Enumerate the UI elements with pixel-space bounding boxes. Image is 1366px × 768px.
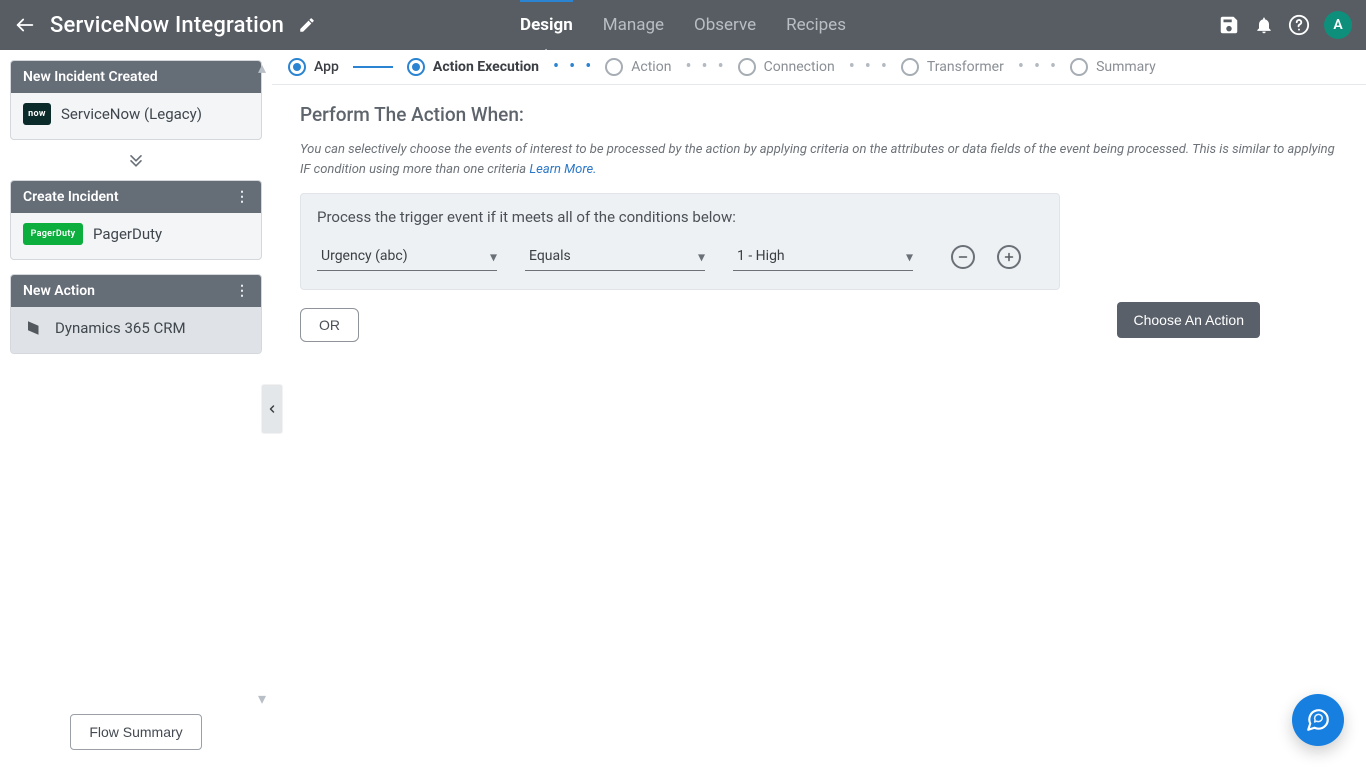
add-condition-button[interactable] (997, 245, 1021, 269)
learn-more-link[interactable]: Learn More. (529, 162, 596, 177)
condition-operator-value: Equals (529, 248, 571, 264)
step-label: App (314, 59, 339, 75)
scroll-up-icon[interactable]: ▴ (258, 58, 266, 77)
content: Perform The Action When: You can selecti… (272, 85, 1366, 768)
condition-field-select[interactable]: Urgency (abc) ▾ (317, 242, 497, 271)
top-tabs: Design Manage Observe Recipes (520, 0, 846, 50)
step-action-execution[interactable]: Action Execution (407, 58, 539, 76)
flow-card-body: now ServiceNow (Legacy) (11, 93, 261, 139)
caret-down-icon: ▾ (906, 250, 913, 266)
pencil-icon[interactable] (298, 16, 316, 34)
flow-card-header: New Incident Created (11, 61, 261, 93)
step-ring-icon (605, 58, 623, 76)
step-label: Connection (764, 59, 835, 75)
flow-card-header: Create Incident ⋮ (11, 181, 261, 213)
step-connector (353, 66, 393, 68)
tab-recipes[interactable]: Recipes (786, 0, 846, 50)
condition-field-value: Urgency (abc) (321, 248, 408, 264)
remove-condition-button[interactable] (951, 245, 975, 269)
topbar: ServiceNow Integration Design Manage Obs… (0, 0, 1366, 50)
back-arrow-icon[interactable] (14, 14, 36, 36)
or-button[interactable]: OR (300, 308, 359, 342)
avatar[interactable]: A (1324, 11, 1352, 39)
flow-summary-wrap: Flow Summary (10, 696, 262, 768)
step-transformer[interactable]: Transformer (901, 58, 1004, 76)
content-help-text: You can selectively choose the events of… (300, 142, 1335, 177)
flow-card-title: New Action (23, 283, 95, 299)
layout: ▴ ▾ New Incident Created now ServiceNow … (0, 50, 1366, 768)
topbar-right: A (1218, 11, 1352, 39)
condition-value-value: 1 - High (737, 248, 785, 264)
step-ring-icon (1070, 58, 1088, 76)
step-label: Action (631, 59, 671, 75)
chat-fab[interactable] (1292, 694, 1344, 746)
kebab-menu-icon[interactable]: ⋮ (235, 189, 249, 205)
help-icon[interactable] (1288, 14, 1310, 36)
wizard-steps: App Action Execution ••• Action ••• Conn… (272, 50, 1366, 85)
servicenow-icon: now (23, 103, 51, 125)
sidebar: ▴ ▾ New Incident Created now ServiceNow … (0, 50, 272, 768)
flow-card-body: Dynamics 365 CRM (11, 307, 261, 353)
condition-value-select[interactable]: 1 - High ▾ (733, 242, 913, 271)
content-help: You can selectively choose the events of… (300, 140, 1338, 179)
scroll-down-icon[interactable]: ▾ (258, 689, 266, 708)
flow-card-body: PagerDuty PagerDuty (11, 213, 261, 259)
condition-row: Urgency (abc) ▾ Equals ▾ 1 - High ▾ (317, 242, 1043, 271)
step-label: Transformer (927, 59, 1004, 75)
sidebar-scroll-hints: ▴ ▾ (258, 58, 266, 708)
flow-card[interactable]: New Incident Created now ServiceNow (Leg… (10, 60, 262, 140)
flow-card[interactable]: Create Incident ⋮ PagerDuty PagerDuty (10, 180, 262, 260)
flow-card-app: PagerDuty (93, 225, 162, 243)
step-summary[interactable]: Summary (1070, 58, 1156, 76)
step-connection[interactable]: Connection (738, 58, 835, 76)
flow-card-app: ServiceNow (Legacy) (61, 105, 202, 123)
caret-down-icon: ▾ (490, 250, 497, 266)
tab-manage[interactable]: Manage (603, 0, 664, 50)
caret-down-icon: ▾ (698, 250, 705, 266)
kebab-menu-icon[interactable]: ⋮ (235, 283, 249, 299)
step-ring-icon (288, 58, 306, 76)
pagerduty-icon: PagerDuty (23, 223, 83, 245)
main: App Action Execution ••• Action ••• Conn… (272, 50, 1366, 768)
save-icon[interactable] (1218, 14, 1240, 36)
step-app[interactable]: App (288, 58, 339, 76)
step-label: Action Execution (433, 59, 539, 75)
content-heading: Perform The Action When: (300, 103, 1338, 126)
flow-card-app: Dynamics 365 CRM (55, 319, 186, 337)
step-ring-icon (407, 58, 425, 76)
flow-connector-icon (10, 150, 262, 170)
step-action[interactable]: Action (605, 58, 671, 76)
bell-icon[interactable] (1254, 15, 1274, 35)
sidebar-collapse-handle[interactable] (262, 385, 282, 433)
condition-row-actions (951, 245, 1021, 269)
step-label: Summary (1096, 59, 1156, 75)
footer-actions: OR Choose An Action (300, 290, 1260, 342)
flow-card-header: New Action ⋮ (11, 275, 261, 307)
conditions-title: Process the trigger event if it meets al… (317, 208, 1043, 226)
flow-card-title: Create Incident (23, 189, 119, 205)
flow-summary-button[interactable]: Flow Summary (70, 714, 201, 750)
topbar-left: ServiceNow Integration (14, 13, 394, 38)
flow-card-title: New Incident Created (23, 69, 158, 85)
choose-action-button[interactable]: Choose An Action (1117, 302, 1260, 338)
page-title: ServiceNow Integration (50, 13, 284, 38)
tab-design[interactable]: Design (520, 0, 573, 50)
dynamics-365-icon (23, 317, 45, 339)
condition-operator-select[interactable]: Equals ▾ (525, 242, 705, 271)
conditions-box: Process the trigger event if it meets al… (300, 193, 1060, 290)
step-ring-icon (738, 58, 756, 76)
step-ring-icon (901, 58, 919, 76)
tab-observe[interactable]: Observe (694, 0, 756, 50)
flow-card[interactable]: New Action ⋮ Dynamics 365 CRM (10, 274, 262, 354)
